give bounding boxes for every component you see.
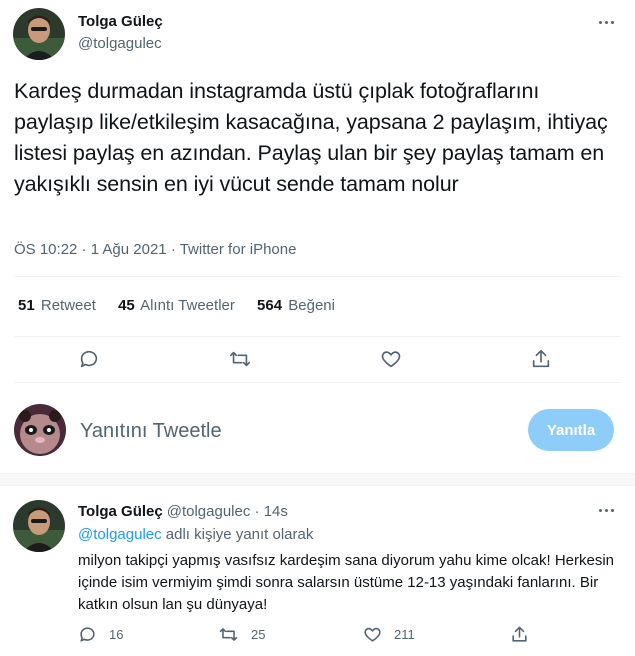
current-user-avatar[interactable] xyxy=(14,404,66,456)
like-icon[interactable] xyxy=(378,346,404,372)
reply-likes-count: 211 xyxy=(394,626,415,642)
author-handle[interactable]: @tolgagulec xyxy=(78,34,163,54)
divider xyxy=(14,336,621,337)
reply-like-button[interactable]: 211 xyxy=(363,622,415,646)
tweet-text: Kardeş durmadan instagramda üstü çıplak … xyxy=(14,79,608,196)
quotes-count: 45 xyxy=(118,297,135,314)
reply-compose-input[interactable]: Yanıtını Tweetle xyxy=(80,419,222,443)
tweet-source[interactable]: Twitter for iPhone xyxy=(180,241,297,258)
reply-share-button[interactable] xyxy=(510,622,529,646)
meta-separator: · xyxy=(77,241,91,258)
divider xyxy=(14,276,621,277)
meta-separator: · xyxy=(166,241,180,258)
divider xyxy=(14,382,621,383)
reply-more-options-icon[interactable] xyxy=(593,500,619,520)
reply-icon xyxy=(80,626,95,642)
quotes-stat[interactable]: 45 Alıntı Tweetler xyxy=(118,296,235,316)
likes-count: 564 xyxy=(257,297,283,314)
reply-actions: 16 25 211 xyxy=(0,622,635,648)
likes-stat[interactable]: 564 Beğeni xyxy=(257,296,335,316)
retweets-stat[interactable]: 51 Retweet xyxy=(18,296,96,316)
reply-reply-button[interactable]: 16 xyxy=(78,622,123,646)
retweets-count: 51 xyxy=(18,297,35,314)
tweet-date[interactable]: 1 Ağu 2021 xyxy=(91,241,167,258)
share-icon xyxy=(512,626,527,642)
tweet-stats: 51 Retweet 45 Alıntı Tweetler 564 Beğeni xyxy=(18,296,353,316)
replying-to-label: adlı kişiye yanıt olarak xyxy=(161,526,314,543)
reply-submit-button[interactable]: Yanıtla xyxy=(528,409,614,451)
retweet-icon xyxy=(219,627,238,641)
more-options-icon[interactable] xyxy=(593,12,619,32)
reply-time[interactable]: 14s xyxy=(264,503,288,520)
reply-icon[interactable] xyxy=(76,346,102,372)
replying-to-mention[interactable]: @tolgagulec xyxy=(78,526,162,543)
author-avatar[interactable] xyxy=(13,8,65,60)
tweet-meta: ÖS 10:22 · 1 Ağu 2021 · Twitter for iPho… xyxy=(14,240,296,260)
meta-separator: · xyxy=(250,503,264,520)
reply-replies-count: 16 xyxy=(109,626,124,642)
author-display-name[interactable]: Tolga Güleç xyxy=(78,12,163,32)
tweet-actions xyxy=(0,344,635,374)
reply-retweet-button[interactable]: 25 xyxy=(218,622,265,646)
retweet-icon[interactable] xyxy=(227,346,253,372)
reply-display-name[interactable]: Tolga Güleç xyxy=(78,503,163,520)
retweets-label: Retweet xyxy=(40,297,96,314)
tweet-time[interactable]: ÖS 10:22 xyxy=(14,241,77,258)
reply-author-avatar[interactable] xyxy=(13,500,65,552)
share-icon[interactable] xyxy=(528,346,554,372)
reply-retweets-count: 25 xyxy=(251,626,266,642)
reply-handle[interactable]: @tolgagulec xyxy=(167,503,251,520)
quotes-label: Alıntı Tweetler xyxy=(140,297,235,314)
likes-label: Beğeni xyxy=(288,297,335,314)
reply-text: milyon takipçi yapmış vasıfsız kardeşim … xyxy=(78,552,615,613)
like-icon xyxy=(364,627,381,642)
section-separator xyxy=(0,473,635,486)
replying-to: @tolgagulec adlı kişiye yanıt olarak xyxy=(78,525,313,545)
reply-header: Tolga Güleç @tolgagulec · 14s xyxy=(78,502,288,522)
